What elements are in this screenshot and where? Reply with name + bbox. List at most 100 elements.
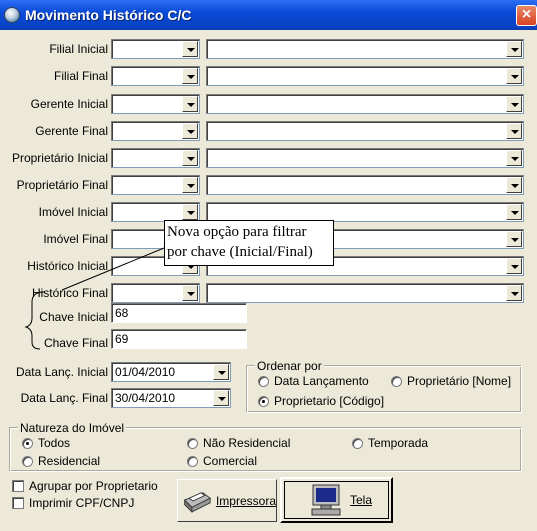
data-inicial-label: Data Lanç. Inicial xyxy=(15,365,108,379)
filter-label-imovel-final: Imóvel Final xyxy=(43,232,108,246)
chevron-down-icon[interactable] xyxy=(182,204,198,220)
chave-final-label: Chave Final xyxy=(43,336,108,350)
app-icon xyxy=(4,7,20,23)
radio-indicator[interactable] xyxy=(352,437,363,449)
chevron-down-icon[interactable] xyxy=(213,390,229,406)
radio-residencial[interactable]: Residencial xyxy=(22,454,100,468)
radio-label: Proprietário [Nome] xyxy=(407,374,512,388)
chave-inicial-value: 68 xyxy=(115,306,129,320)
imovel-inicial-code-select[interactable] xyxy=(111,202,200,222)
chevron-down-icon[interactable] xyxy=(506,150,522,166)
radio-todos[interactable]: Todos xyxy=(22,436,70,450)
window-title: Movimento Histórico C/C xyxy=(25,7,192,23)
historico-final-code-select[interactable] xyxy=(111,283,200,303)
tela-label: Tela xyxy=(350,493,373,507)
data-inicial-value: 01/04/2010 xyxy=(115,365,176,379)
radio-indicator[interactable] xyxy=(187,437,198,449)
natureza-imovel-title: Natureza do Imóvel xyxy=(18,421,127,435)
radio-comercial[interactable]: Comercial xyxy=(187,454,257,468)
filial-inicial-code-select[interactable] xyxy=(111,39,200,59)
chevron-down-icon[interactable] xyxy=(506,258,522,274)
radio-indicator[interactable] xyxy=(258,375,269,387)
callout-line-2: por chave (Inicial/Final) xyxy=(167,244,313,260)
chevron-down-icon[interactable] xyxy=(506,96,522,112)
chevron-down-icon[interactable] xyxy=(182,68,198,84)
chevron-down-icon[interactable] xyxy=(506,177,522,193)
chevron-down-icon[interactable] xyxy=(182,96,198,112)
imprimir-cpf-checkbox[interactable]: Imprimir CPF/CNPJ xyxy=(12,496,134,510)
chave-final-input[interactable]: 69 xyxy=(111,329,247,349)
imovel-inicial-name-select[interactable] xyxy=(206,202,524,222)
proprietario-final-name-select[interactable] xyxy=(206,175,524,195)
filter-label-proprietario-final: Proprietário Final xyxy=(16,178,108,192)
data-inicial-picker[interactable]: 01/04/2010 xyxy=(111,362,231,382)
filial-inicial-name-select[interactable] xyxy=(206,39,524,59)
filter-label-historico-inicial: Histórico Inicial xyxy=(27,259,108,273)
radio-indicator-selected[interactable] xyxy=(22,437,33,449)
data-final-picker[interactable]: 30/04/2010 xyxy=(111,388,231,408)
chevron-down-icon[interactable] xyxy=(182,41,198,57)
radio-indicator[interactable] xyxy=(391,375,402,387)
filial-final-name-select[interactable] xyxy=(206,66,524,86)
ordenar-por-title: Ordenar por xyxy=(255,359,324,373)
chave-final-value: 69 xyxy=(115,332,129,346)
chevron-down-icon[interactable] xyxy=(506,285,522,301)
tela-button[interactable]: Tela xyxy=(280,477,393,523)
radio-proprietario-nome[interactable]: Proprietário [Nome] xyxy=(391,374,511,388)
title-bar[interactable]: Movimento Histórico C/C × xyxy=(0,0,537,30)
filter-label-imovel-inicial: Imóvel Inicial xyxy=(38,205,108,219)
radio-indicator[interactable] xyxy=(22,455,33,467)
close-button[interactable]: × xyxy=(516,5,537,26)
filter-label-filial-inicial: Filial Inicial xyxy=(49,42,108,56)
radio-label: Proprietario [Código] xyxy=(274,394,385,408)
radio-temporada[interactable]: Temporada xyxy=(352,436,428,450)
data-final-value: 30/04/2010 xyxy=(115,391,176,405)
filter-label-proprietario-inicial: Proprietário Inicial xyxy=(11,151,108,165)
proprietario-inicial-name-select[interactable] xyxy=(206,148,524,168)
impressora-button[interactable]: Impressora xyxy=(177,479,277,522)
radio-indicator[interactable] xyxy=(187,455,198,467)
filter-label-filial-final: Filial Final xyxy=(53,69,108,83)
gerente-final-code-select[interactable] xyxy=(111,121,200,141)
callout-line-1: Nova opção para filtrar xyxy=(167,224,307,240)
dialog-window: Movimento Histórico C/C × Filial Inicial… xyxy=(0,0,537,531)
checkbox-box[interactable] xyxy=(12,480,24,492)
filial-final-code-select[interactable] xyxy=(111,66,200,86)
annotation-callout: Nova opção para filtrar por chave (Inici… xyxy=(164,220,334,266)
impressora-label: Impressora xyxy=(215,493,276,508)
radio-indicator-selected[interactable] xyxy=(258,395,269,407)
gerente-inicial-code-select[interactable] xyxy=(111,94,200,114)
chave-inicial-label: Chave Inicial xyxy=(39,310,108,324)
chevron-down-icon[interactable] xyxy=(506,68,522,84)
chevron-down-icon[interactable] xyxy=(182,177,198,193)
radio-proprietario-codigo[interactable]: Proprietario [Código] xyxy=(258,394,384,408)
chevron-down-icon[interactable] xyxy=(182,123,198,139)
gerente-final-name-select[interactable] xyxy=(206,121,524,141)
chevron-down-icon[interactable] xyxy=(506,123,522,139)
radio-label: Temporada xyxy=(368,436,429,450)
radio-nao-residencial[interactable]: Não Residencial xyxy=(187,436,290,450)
filter-label-gerente-inicial: Gerente Inicial xyxy=(30,97,108,111)
chevron-down-icon[interactable] xyxy=(182,150,198,166)
checkbox-label: Imprimir CPF/CNPJ xyxy=(29,496,135,510)
checkbox-box[interactable] xyxy=(12,497,24,509)
radio-label: Comercial xyxy=(203,454,258,468)
checkbox-label: Agrupar por Proprietario xyxy=(29,479,158,493)
chevron-down-icon[interactable] xyxy=(506,231,522,247)
radio-label: Residencial xyxy=(38,454,101,468)
proprietario-inicial-code-select[interactable] xyxy=(111,148,200,168)
chevron-down-icon[interactable] xyxy=(182,285,198,301)
monitor-icon xyxy=(311,484,341,516)
chevron-down-icon[interactable] xyxy=(213,364,229,380)
agrupar-proprietario-checkbox[interactable]: Agrupar por Proprietario xyxy=(12,479,158,493)
filter-label-historico-final: Histórico Final xyxy=(31,286,108,300)
gerente-inicial-name-select[interactable] xyxy=(206,94,524,114)
historico-final-name-select[interactable] xyxy=(206,283,524,303)
data-final-label: Data Lanç. Final xyxy=(20,391,108,405)
proprietario-final-code-select[interactable] xyxy=(111,175,200,195)
radio-label: Não Residencial xyxy=(203,436,291,450)
chevron-down-icon[interactable] xyxy=(506,41,522,57)
radio-data-lancamento[interactable]: Data Lançamento xyxy=(258,374,369,388)
chevron-down-icon[interactable] xyxy=(506,204,522,220)
chave-inicial-input[interactable]: 68 xyxy=(111,303,247,323)
